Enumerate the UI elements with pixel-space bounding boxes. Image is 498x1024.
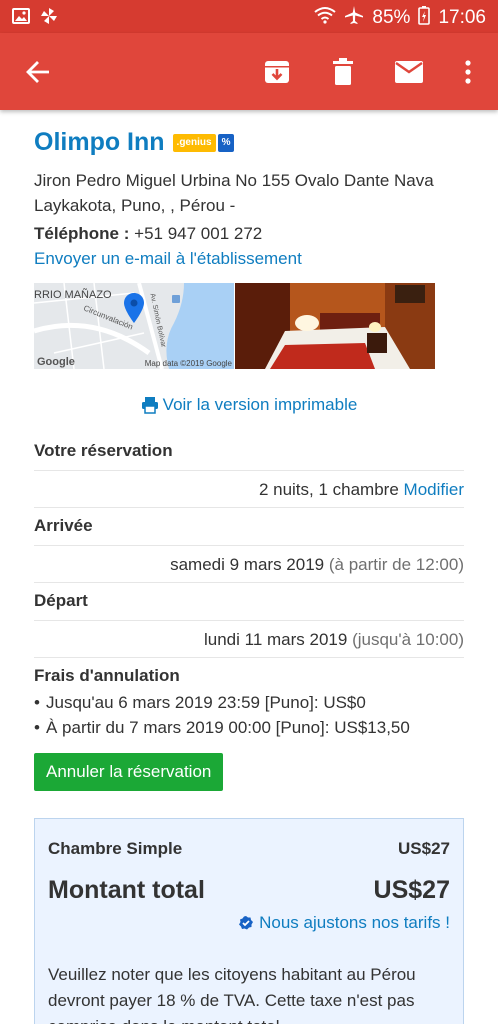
email-body: Olimpo Inn .genius % Jiron Pedro Miguel … <box>34 110 464 791</box>
cancel-reservation-button[interactable]: Annuler la réservation <box>34 753 224 791</box>
hotel-map[interactable]: RRIO MAÑAZO Circunvalación Av. Simón Bol… <box>34 283 234 369</box>
map-pin-icon <box>124 293 144 328</box>
mark-unread-button[interactable] <box>381 33 437 110</box>
reservation-summary-row: 2 nuits, 1 chambre Modifier <box>34 470 464 508</box>
reservation-summary: 2 nuits, 1 chambre <box>258 480 399 499</box>
price-summary-box: Chambre Simple US$27 Montant total US$27… <box>34 818 464 1024</box>
arrow-left-icon <box>26 60 49 83</box>
room-type: Chambre Simple <box>48 839 183 858</box>
hotel-room-photo[interactable] <box>235 283 435 369</box>
reservation-section: Votre réservation 2 nuits, 1 chambre Mod… <box>34 441 464 508</box>
hotel-name-link[interactable]: Olimpo Inn <box>34 128 165 157</box>
battery-charging-icon <box>418 5 431 31</box>
room-row: Chambre Simple US$27 <box>48 839 450 859</box>
total-label: Montant total <box>48 876 205 904</box>
departure-section: Départ lundi 11 mars 2019 (jusqu'à 10:00… <box>34 591 464 658</box>
status-bar: 85% 17:06 <box>0 0 498 33</box>
cancellation-item: À partir du 7 mars 2019 00:00 [Puno]: US… <box>34 715 464 740</box>
google-logo: Google <box>37 356 75 368</box>
hotel-phone: Téléphone : +51 947 001 272 <box>34 221 464 246</box>
wifi-icon <box>314 6 337 30</box>
hotel-header: Olimpo Inn .genius % <box>34 128 464 157</box>
price-adjust-link[interactable]: Nous ajustons nos tarifs ! <box>48 913 450 933</box>
gallery-notification-icon <box>12 8 30 29</box>
price-adjust-label: Nous ajustons nos tarifs ! <box>259 913 450 932</box>
phone-label: Téléphone : <box>34 224 130 243</box>
departure-time: (jusqu'à 10:00) <box>352 630 464 649</box>
app-bar <box>0 33 498 110</box>
reservation-heading: Votre réservation <box>34 441 173 460</box>
total-price: US$27 <box>373 876 450 904</box>
modify-link[interactable]: Modifier <box>404 480 464 499</box>
printer-icon <box>141 397 158 414</box>
trash-icon <box>333 57 353 85</box>
address-line-1: Jiron Pedro Miguel Urbina No 155 Ovalo D… <box>34 171 434 190</box>
envelope-icon <box>395 60 423 83</box>
arrival-heading: Arrivée <box>34 516 93 535</box>
room-price: US$27 <box>398 839 450 858</box>
print-version-label: Voir la version imprimable <box>162 395 358 414</box>
cancellation-section: Frais d'annulation Jusqu'au 6 mars 2019 … <box>34 666 464 791</box>
discount-badge: % <box>217 133 235 152</box>
map-attribution: Map data ©2019 Google <box>144 359 232 368</box>
departure-heading: Départ <box>34 591 88 610</box>
phone-number[interactable]: +51 947 001 272 <box>134 224 262 243</box>
total-row: Montant total US$27 <box>48 876 450 905</box>
hotel-address: Jiron Pedro Miguel Urbina No 155 Ovalo D… <box>34 168 464 218</box>
arrival-time: (à partir de 12:00) <box>328 555 464 574</box>
delete-button[interactable] <box>315 33 371 110</box>
battery-percent: 85% <box>372 7 411 28</box>
arrival-row: samedi 9 mars 2019 (à partir de 12:00) <box>34 545 464 583</box>
address-line-2: Laykakota, Puno, , Pérou - <box>34 196 236 215</box>
airplane-mode-icon <box>344 5 364 31</box>
genius-badge: .genius <box>172 133 216 152</box>
archive-button[interactable] <box>249 33 305 110</box>
cancellation-list: Jusqu'au 6 mars 2019 23:59 [Puno]: US$0 … <box>34 690 464 740</box>
print-version-link[interactable]: Voir la version imprimable <box>34 395 464 415</box>
back-button[interactable] <box>10 33 66 110</box>
departure-row: lundi 11 mars 2019 (jusqu'à 10:00) <box>34 620 464 658</box>
check-badge-icon <box>239 916 254 930</box>
clock: 17:06 <box>438 7 486 28</box>
email-property-link[interactable]: Envoyer un e-mail à l'établissement <box>34 246 464 271</box>
hotel-images: RRIO MAÑAZO Circunvalación Av. Simón Bol… <box>34 283 464 369</box>
arrival-section: Arrivée samedi 9 mars 2019 (à partir de … <box>34 516 464 583</box>
cancellation-item: Jusqu'au 6 mars 2019 23:59 [Puno]: US$0 <box>34 690 464 715</box>
cancellation-heading: Frais d'annulation <box>34 666 180 685</box>
departure-date: lundi 11 mars 2019 <box>203 630 348 649</box>
vat-note: Veuillez noter que les citoyens habitant… <box>48 965 416 1024</box>
pinwheel-notification-icon <box>40 7 58 30</box>
archive-icon <box>265 60 289 83</box>
more-options-button[interactable] <box>440 33 496 110</box>
more-vertical-icon <box>465 59 471 84</box>
arrival-date: samedi 9 mars 2019 <box>170 555 325 574</box>
map-label-neighborhood: RRIO MAÑAZO <box>34 289 112 301</box>
